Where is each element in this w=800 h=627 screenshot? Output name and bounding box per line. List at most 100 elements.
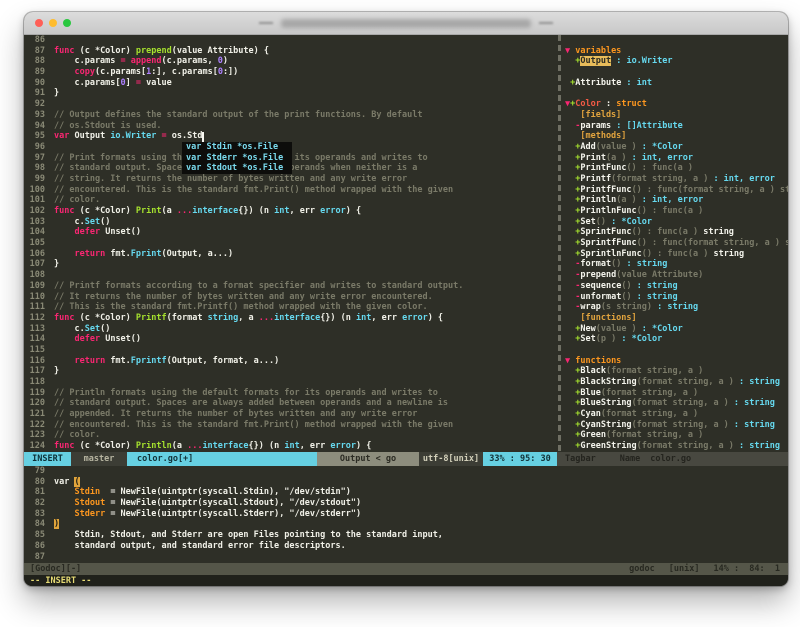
tagbar-row[interactable]: +Set() : *Color (565, 217, 788, 228)
tagbar-row[interactable]: +Blue(format string, a ) (565, 388, 788, 399)
godoc-line[interactable]: 83 Stderr = NewFile(uintptr(syscall.Stde… (24, 509, 788, 520)
tagbar-row[interactable]: +PrintlnFunc() : func(a ) (565, 206, 788, 217)
code-line[interactable]: 91} (24, 88, 557, 99)
godoc-line[interactable]: 82 Stdout = NewFile(uintptr(syscall.Stdo… (24, 498, 788, 509)
code-line[interactable]: 106 return fmt.Fprint(Output, a...) (24, 249, 557, 260)
tagbar-row[interactable]: -prepend(value Attribute) (565, 270, 788, 281)
tagbar-row[interactable]: [fields] (565, 110, 788, 121)
tagbar-row[interactable] (565, 88, 788, 99)
godoc-line[interactable]: 80var ( (24, 477, 788, 488)
tagbar-row[interactable]: +SprintFunc() : func(a ) string (565, 227, 788, 238)
token-w: , a (238, 313, 258, 323)
godoc-line[interactable]: 86 standard output, and standard error f… (24, 541, 788, 552)
code-line[interactable]: 123// color. (24, 430, 557, 441)
tagbar-row[interactable]: ▼ functions (565, 356, 788, 367)
tagbar-row[interactable]: -sequence() : string (565, 281, 788, 292)
code-line[interactable]: 103 c.Set() (24, 217, 557, 228)
code-line[interactable]: 104 defer Unset() (24, 227, 557, 238)
tagbar-row[interactable]: +Attribute : int (565, 78, 788, 89)
tagbar-row[interactable]: -params : []Attribute (565, 121, 788, 132)
tagbar-row[interactable]: +Green(format string, a ) (565, 430, 788, 441)
tagbar-row[interactable]: +Output : io.Writer (565, 56, 788, 67)
tagbar-row[interactable]: [methods] (565, 131, 788, 142)
token-k: func (54, 46, 80, 56)
minimize-button[interactable] (49, 19, 57, 27)
code-line[interactable]: 116 return fmt.Fprintf(Output, format, a… (24, 356, 557, 367)
token-sg: (a ) (616, 195, 636, 205)
tagbar-row[interactable] (565, 67, 788, 78)
code-line[interactable]: 117} (24, 366, 557, 377)
code-line[interactable]: 113 c.Set() (24, 324, 557, 335)
code-line[interactable]: 111// This is the standard fmt.Printf() … (24, 302, 557, 313)
tagbar-row[interactable] (565, 345, 788, 356)
tagbar-row[interactable]: +BlueString(format string, a ) : string (565, 398, 788, 409)
token-nm: format (580, 259, 611, 269)
code-line[interactable]: 105 (24, 238, 557, 249)
completion-item[interactable]: var Stdin *os.File (182, 142, 292, 153)
tagbar-row[interactable]: +PrintfFunc() : func(format string, a ) … (565, 185, 788, 196)
code-line[interactable]: 115 (24, 345, 557, 356)
godoc-line[interactable]: 85 Stdin, Stdout, and Stderr are open Fi… (24, 530, 788, 541)
tagbar-row[interactable]: +CyanString(format string, a ) : string (565, 420, 788, 431)
code-line[interactable]: 112func (c *Color) Printf(format string,… (24, 313, 557, 324)
code-line[interactable]: 89 copy(c.params[1:], c.params[0:]) (24, 67, 557, 78)
tagbar-row[interactable]: ▼+Color : struct (565, 99, 788, 110)
tagbar-row[interactable]: +SprintlnFunc() : func(a ) string (565, 249, 788, 260)
tagbar-row[interactable]: -unformat() : string (565, 292, 788, 303)
code-line[interactable]: 92 (24, 99, 557, 110)
godoc-line[interactable]: 79 (24, 466, 788, 477)
godoc-preview-pane[interactable]: 7980var (81 Stdin = NewFile(uintptr(sysc… (24, 466, 788, 563)
tagbar-row[interactable]: -wrap(s string) : string (565, 302, 788, 313)
tagbar-row[interactable]: +PrintFunc() : func(a ) (565, 163, 788, 174)
tagbar-row[interactable]: +Add(value ) : *Color (565, 142, 788, 153)
zoom-button[interactable] (63, 19, 71, 27)
code-line[interactable]: 87func (c *Color) prepend(value Attribut… (24, 46, 557, 57)
tagbar-row[interactable]: +BlackString(format string, a ) : string (565, 377, 788, 388)
completion-item[interactable]: var Stdout *os.File (182, 163, 292, 174)
completion-popup[interactable]: var Stdin *os.Filevar Stderr *os.Filevar… (182, 142, 292, 174)
code-line[interactable]: 119// Println formats using the default … (24, 388, 557, 399)
code-line[interactable]: 88 c.params = append(c.params, 0) (24, 56, 557, 67)
code-line[interactable]: 114 defer Unset() (24, 334, 557, 345)
close-button[interactable] (35, 19, 43, 27)
code-line[interactable]: 95var Output io.Writer = os.Std (24, 131, 557, 142)
tagbar-row[interactable]: +Black(format string, a ) (565, 366, 788, 377)
tagbar-row[interactable]: [functions] (565, 313, 788, 324)
code-line[interactable]: 108 (24, 270, 557, 281)
code-line[interactable]: 101// color. (24, 195, 557, 206)
tagbar-row[interactable] (565, 35, 788, 46)
code-line[interactable]: 109// Printf formats according to a form… (24, 281, 557, 292)
tagbar-row[interactable]: ▼ variables (565, 46, 788, 57)
tagbar-row[interactable]: +Printf(format string, a ) : int, error (565, 174, 788, 185)
tagbar-sidebar[interactable]: ▼ variables +Output : io.Writer +Attribu… (562, 35, 788, 452)
code-line[interactable]: 99// string. It returns the number of by… (24, 174, 557, 185)
tagbar-row[interactable]: +Set(p ) : *Color (565, 334, 788, 345)
tagbar-row[interactable]: -format() : string (565, 259, 788, 270)
tagbar-row[interactable]: +New(value ) : *Color (565, 324, 788, 335)
token-c: // color. (54, 430, 100, 440)
tagbar-row[interactable]: +Print(a ) : int, error (565, 153, 788, 164)
code-line[interactable]: 90 c.params[0] = value (24, 78, 557, 89)
code-line[interactable]: 110// It returns the number of bytes wri… (24, 292, 557, 303)
tagbar-row[interactable]: +GreenString(format string, a ) : string (565, 441, 788, 452)
code-line[interactable]: 102func (c *Color) Print(a ...interface{… (24, 206, 557, 217)
code-line[interactable]: 120// standard output. Spaces are always… (24, 398, 557, 409)
code-line[interactable]: 100// encountered. This is the standard … (24, 185, 557, 196)
code-line[interactable]: 124func (c *Color) Println(a ...interfac… (24, 441, 557, 452)
code-line[interactable]: 118 (24, 377, 557, 388)
code-line[interactable]: 107} (24, 259, 557, 270)
code-line[interactable]: 94// os.Stdout is used. (24, 121, 557, 132)
completion-item[interactable]: var Stderr *os.File (182, 153, 292, 164)
code-editor-pane[interactable]: 8687func (c *Color) prepend(value Attrib… (24, 35, 557, 452)
tagbar-row[interactable]: +Cyan(format string, a ) (565, 409, 788, 420)
code-line[interactable]: 121// appended. It returns the number of… (24, 409, 557, 420)
window-titlebar[interactable] (24, 12, 788, 35)
tagbar-row[interactable]: +SprintfFunc() : func(format string, a )… (565, 238, 788, 249)
godoc-line[interactable]: 87 (24, 552, 788, 563)
godoc-line[interactable]: 84) (24, 519, 788, 530)
code-line[interactable]: 122// encountered. This is the standard … (24, 420, 557, 431)
godoc-line[interactable]: 81 Stdin = NewFile(uintptr(syscall.Stdin… (24, 487, 788, 498)
code-line[interactable]: 86 (24, 35, 557, 46)
tagbar-row[interactable]: +Println(a ) : int, error (565, 195, 788, 206)
code-line[interactable]: 93// Output defines the standard output … (24, 110, 557, 121)
